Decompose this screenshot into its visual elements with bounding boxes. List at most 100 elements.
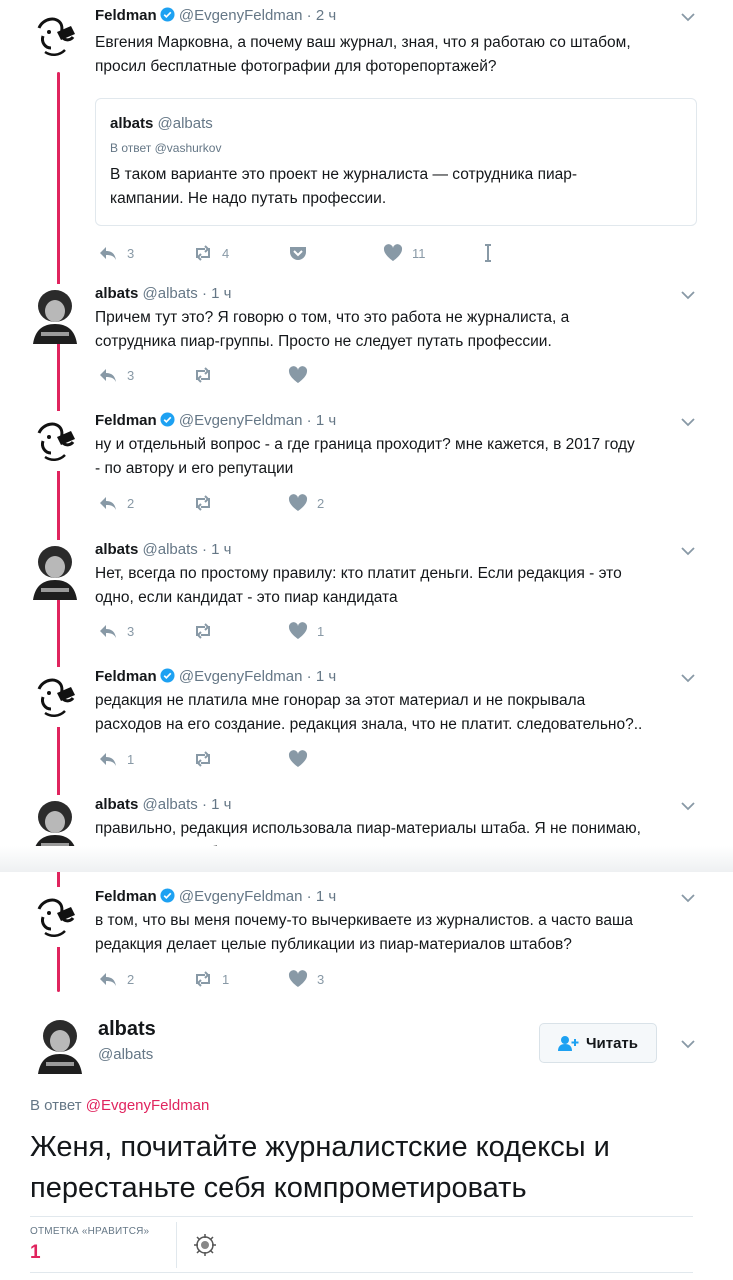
retweet-icon [196,971,210,987]
retweet-button[interactable] [193,750,213,768]
feldman-avatar-icon [25,887,85,947]
analytics-button[interactable] [478,244,498,262]
author-name[interactable]: Feldman [95,7,157,24]
tweet-header: Feldman @EvgenyFeldman · 1 ч [95,888,337,905]
liker-avatar-icon[interactable] [193,1233,217,1257]
author-handle[interactable]: @EvgenyFeldman [179,668,303,685]
chevron-down-icon[interactable] [681,801,695,811]
author-name[interactable]: albats [95,796,138,813]
like-button[interactable]: 3 [288,970,324,988]
avatar-feldman[interactable] [25,411,85,471]
like-button[interactable] [288,750,308,768]
quote-text: В таком варианте это проект не журналист… [110,166,578,207]
reply-button[interactable]: 3 [98,366,134,384]
likes-count[interactable]: 1 [30,1242,41,1264]
like-button[interactable] [288,366,308,384]
add-user-icon [557,1036,579,1051]
author-name[interactable]: Feldman [95,888,157,905]
avatar-feldman[interactable] [25,6,85,66]
reply-button[interactable]: 1 [98,750,134,768]
tweet-feldman-2[interactable]: Feldman @EvgenyFeldman · 1 ч ну и отдель… [0,411,733,521]
like-button[interactable]: 2 [288,494,324,512]
likes-label: ОТМЕТКА «НРАВИТСЯ» [30,1226,150,1237]
author-handle[interactable]: @albats [143,285,198,302]
verified-badge-icon [160,412,175,427]
heart-icon [288,494,308,511]
chevron-down-icon[interactable] [681,893,695,903]
avatar-albats-main[interactable] [30,1014,90,1074]
tweet-header: Feldman @EvgenyFeldman · 1 ч [95,668,337,685]
tweet-header: Feldman @EvgenyFeldman · 1 ч [95,412,337,429]
reply-mention-link[interactable]: @EvgenyFeldman [86,1097,210,1114]
retweet-button[interactable]: 1 [193,970,229,988]
chevron-down-icon[interactable] [681,12,695,22]
tweet-feldman-4[interactable]: Feldman @EvgenyFeldman · 1 ч в том, что … [0,887,733,997]
retweet-icon [196,751,210,767]
tweet-time[interactable]: 1 ч [316,668,336,685]
tweet-time[interactable]: 1 ч [211,285,231,302]
tweet-time[interactable]: 1 ч [211,541,231,558]
retweet-button[interactable] [193,622,213,640]
heart-icon [288,750,308,767]
retweet-button[interactable]: 4 [193,244,229,262]
tweet-albats-2[interactable]: albats @albats · 1 ч Нет, всегда по прос… [0,540,733,650]
chevron-down-icon[interactable] [681,673,695,683]
chevron-down-icon[interactable] [681,290,695,300]
pocket-icon [290,247,306,260]
main-author-handle[interactable]: @albats [98,1046,153,1063]
avatar-albats[interactable] [25,540,85,600]
tweet-time[interactable]: 1 ч [316,412,336,429]
chevron-down-icon[interactable] [681,546,695,556]
avatar-albats[interactable] [25,284,85,344]
heart-icon [288,366,308,383]
author-name[interactable]: Feldman [95,412,157,429]
tweet-time[interactable]: 1 ч [211,796,231,813]
author-handle[interactable]: @albats [143,796,198,813]
reply-icon [100,369,116,382]
like-button[interactable]: 11 [383,244,426,262]
retweet-icon [196,245,210,261]
screenshot-seam [0,846,733,872]
tweet-header: Feldman @EvgenyFeldman · 2 ч [95,7,337,24]
chevron-down-icon[interactable] [681,1039,695,1049]
verified-badge-icon [160,668,175,683]
reply-button[interactable]: 3 [98,622,134,640]
reply-button[interactable]: 2 [98,494,134,512]
tweet-text: в том, что вы меня почему-то вычеркивает… [95,912,634,953]
avatar-feldman[interactable] [25,667,85,727]
author-handle[interactable]: @EvgenyFeldman [179,7,303,24]
tweet-time[interactable]: 2 ч [316,7,336,24]
author-name[interactable]: Feldman [95,668,157,685]
retweet-button[interactable] [193,366,213,384]
author-handle[interactable]: @albats [143,541,198,558]
pocket-button[interactable] [288,244,308,262]
verified-badge-icon [160,7,175,22]
reply-icon [100,625,116,638]
retweet-button[interactable] [193,494,213,512]
author-name[interactable]: albats [95,541,138,558]
quote-reply-to: В ответ @vashurkov [110,141,222,155]
tweet-time[interactable]: 1 ч [316,888,336,905]
author-handle[interactable]: @EvgenyFeldman [179,888,303,905]
tweet-feldman-1[interactable]: Feldman @EvgenyFeldman · 2 ч Евгения Мар… [0,6,733,274]
like-button[interactable]: 1 [288,622,324,640]
reply-icon [100,497,116,510]
author-handle[interactable]: @EvgenyFeldman [179,412,303,429]
albats-avatar-icon [25,284,85,344]
feldman-avatar-icon [25,411,85,471]
main-author-name[interactable]: albats [98,1018,156,1041]
follow-button[interactable]: Читать [539,1023,657,1063]
chevron-down-icon[interactable] [681,417,695,427]
reply-button[interactable]: 2 [98,970,134,988]
tweet-albats-1[interactable]: albats @albats · 1 ч Причем тут это? Я г… [0,284,733,394]
cursor-icon [485,244,491,262]
reply-button[interactable]: 3 [98,244,134,262]
tweet-text: редакция не платила мне гонорар за этот … [95,692,643,733]
verified-badge-icon [160,888,175,903]
retweet-icon [196,623,210,639]
divider [176,1222,177,1268]
author-name[interactable]: albats [95,285,138,302]
avatar-feldman[interactable] [25,887,85,947]
quoted-tweet[interactable]: albats @albats В ответ @vashurkov В тако… [95,98,697,226]
tweet-feldman-3[interactable]: Feldman @EvgenyFeldman · 1 ч редакция не… [0,667,733,777]
